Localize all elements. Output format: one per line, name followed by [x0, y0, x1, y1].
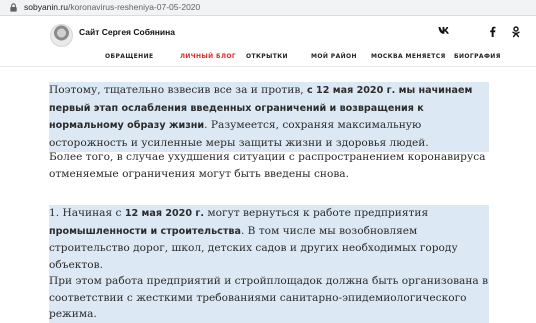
odnoklassniki-icon[interactable]	[508, 24, 524, 40]
avatar[interactable]	[50, 24, 73, 47]
url-text[interactable]: sobyanin.ru/koronavirus-resheniya-07-05-…	[24, 1, 200, 13]
vk-icon[interactable]	[436, 24, 452, 40]
article-paragraph: Поэтому, тщательно взвесив все за и прот…	[49, 82, 489, 152]
nav-item-moskva-menyaetsya[interactable]: МОСКВА МЕНЯЕТСЯ	[371, 53, 446, 60]
site-title[interactable]: Сайт Сергея Собянина	[79, 27, 175, 37]
article-paragraph: При этом работа предприятий и стройплоща…	[49, 273, 489, 323]
main-navigation: ОБРАЩЕНИЕ ЛИЧНЫЙ БЛОГ ОТКРЫТКИ МОЙ РАЙОН…	[0, 53, 536, 65]
article-paragraph: Более того, в случае ухудшения ситуации …	[49, 151, 486, 180]
bold-phrase: промышленности и строительства	[49, 225, 241, 237]
site-header: Сайт Сергея Собянина ОБРАЩЕНИЕ ЛИЧНЫЙ БЛ…	[0, 16, 536, 67]
paragraph-text: могут вернуться к работе предприятия	[204, 207, 429, 219]
lock-icon	[10, 3, 17, 12]
browser-address-bar[interactable]: sobyanin.ru/koronavirus-resheniya-07-05-…	[0, 0, 536, 16]
nav-item-otkrytki[interactable]: ОТКРЫТКИ	[246, 53, 288, 60]
nav-item-obrashchenie[interactable]: ОБРАЩЕНИЕ	[105, 53, 154, 60]
facebook-icon[interactable]	[484, 24, 500, 40]
bold-phrase: 12 мая 2020 г.	[124, 208, 205, 219]
url-path: /koronavirus-resheniya-07-05-2020	[67, 2, 201, 12]
url-host: sobyanin.ru	[24, 2, 68, 12]
nav-item-lichnyi-blog[interactable]: ЛИЧНЫЙ БЛОГ	[180, 53, 236, 60]
nav-item-biografiya[interactable]: БИОГРАФИЯ	[454, 53, 501, 60]
article-paragraph: 1. Начиная с 12 мая 2020 г. могут вернут…	[49, 205, 489, 274]
paragraph-text: 1. Начиная с	[49, 207, 125, 219]
nav-item-moi-raion[interactable]: МОЙ РАЙОН	[311, 53, 357, 60]
paragraph-text: Поэтому, тщательно взвесив все за и прот…	[49, 84, 308, 96]
